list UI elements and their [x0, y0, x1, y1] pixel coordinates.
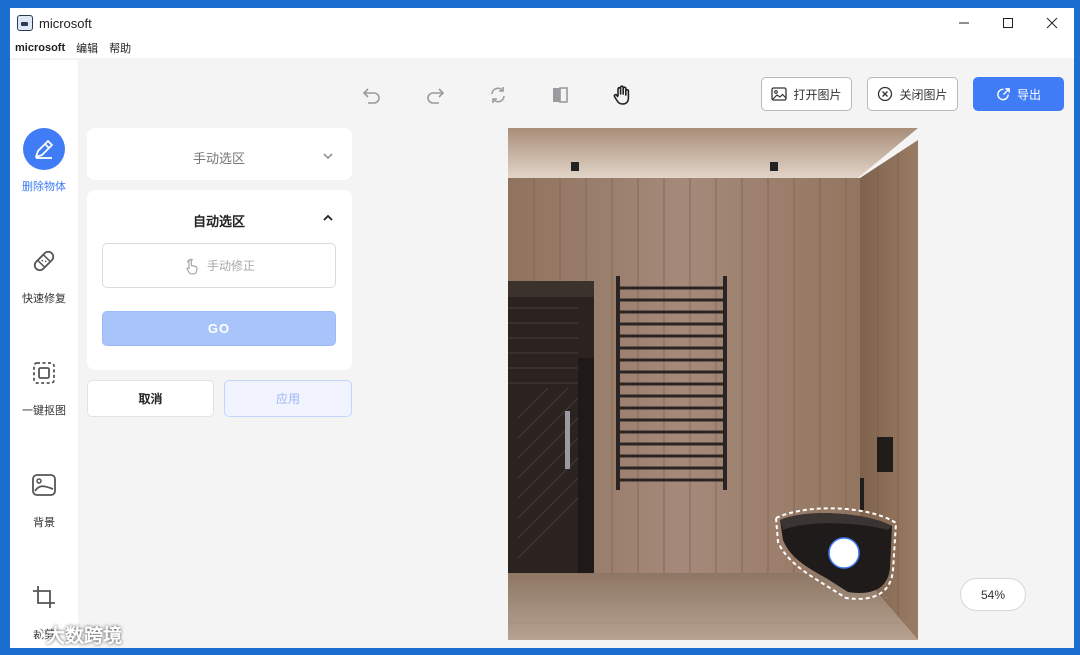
redo-button[interactable] — [423, 83, 447, 107]
sidebar-item-quick-repair[interactable]: 快速修复 — [10, 240, 78, 306]
open-image-label: 打开图片 — [793, 87, 842, 102]
minimize-button[interactable] — [942, 8, 986, 38]
touch-hand-icon — [186, 258, 198, 274]
menu-app[interactable]: microsoft — [15, 42, 65, 54]
chevron-down-icon — [322, 148, 334, 166]
menu-bar: microsoft 编辑 帮助 — [10, 38, 1074, 58]
undo-button[interactable] — [360, 83, 384, 107]
sidebar-item-label: 一键抠图 — [22, 405, 66, 417]
sidebar-item-remove-object[interactable]: 删除物体 — [10, 128, 78, 194]
cutout-icon — [23, 352, 65, 394]
open-image-button[interactable]: 打开图片 — [761, 77, 852, 111]
manual-fix-label: 手动修正 — [206, 259, 255, 273]
menu-edit[interactable]: 编辑 — [76, 40, 98, 56]
close-icon — [1046, 17, 1058, 29]
hand-tool-button[interactable] — [610, 83, 634, 107]
close-image-label: 关闭图片 — [899, 87, 948, 102]
compare-button[interactable] — [548, 83, 572, 107]
close-circle-icon — [878, 86, 893, 102]
watermark-logo-icon — [19, 627, 43, 642]
apply-button[interactable]: 应用 — [224, 380, 352, 417]
tool-sidebar: 删除物体 快速修复 一键抠图 背景 裁剪 — [10, 60, 78, 648]
hand-icon — [613, 85, 630, 105]
manual-select-title: 手动选区 — [193, 151, 246, 166]
go-button[interactable]: GO — [102, 311, 336, 346]
sidebar-item-label: 背景 — [33, 517, 55, 529]
export-icon — [997, 87, 1010, 100]
reset-icon — [491, 87, 505, 103]
close-image-button[interactable]: 关闭图片 — [867, 77, 958, 111]
crop-icon — [23, 576, 65, 618]
sidebar-item-cutout[interactable]: 一键抠图 — [10, 352, 78, 418]
auto-select-panel: 自动选区 手动修正 GO — [87, 190, 352, 370]
chevron-up-icon[interactable] — [322, 210, 334, 228]
app-window: microsoft microsoft 编辑 帮助 删除物体 快速修复 一键抠图… — [10, 8, 1074, 648]
auto-select-title[interactable]: 自动选区 — [193, 211, 245, 230]
pencil-eraser-icon — [23, 128, 65, 170]
compare-icon — [553, 87, 568, 103]
zoom-level: 54% — [960, 578, 1026, 611]
export-label: 导出 — [1016, 87, 1041, 102]
sidebar-item-background[interactable]: 背景 — [10, 464, 78, 530]
image-background-icon — [23, 464, 65, 506]
title-bar: microsoft — [10, 8, 1074, 38]
redo-icon — [427, 88, 445, 104]
reset-button[interactable] — [486, 83, 510, 107]
maximize-icon — [1003, 18, 1013, 28]
close-window-button[interactable] — [1030, 8, 1074, 38]
menu-help[interactable]: 帮助 — [109, 40, 131, 56]
app-logo-icon — [17, 15, 33, 31]
export-button[interactable]: 导出 — [973, 77, 1064, 111]
cancel-button[interactable]: 取消 — [87, 380, 214, 417]
window-title: microsoft — [39, 15, 92, 31]
sidebar-item-label: 快速修复 — [22, 293, 66, 305]
canvas-image[interactable] — [508, 128, 918, 640]
bandage-icon — [23, 240, 65, 282]
watermark: 大数跨境 — [18, 621, 122, 648]
minimize-icon — [959, 22, 969, 24]
maximize-button[interactable] — [986, 8, 1030, 38]
image-icon — [771, 87, 788, 101]
watermark-text: 大数跨境 — [46, 626, 123, 647]
sidebar-item-label: 删除物体 — [22, 181, 66, 193]
window-controls — [942, 8, 1074, 38]
undo-icon — [362, 88, 380, 104]
manual-select-panel[interactable]: 手动选区 — [87, 128, 352, 180]
manual-fix-button[interactable]: 手动修正 — [102, 243, 336, 288]
